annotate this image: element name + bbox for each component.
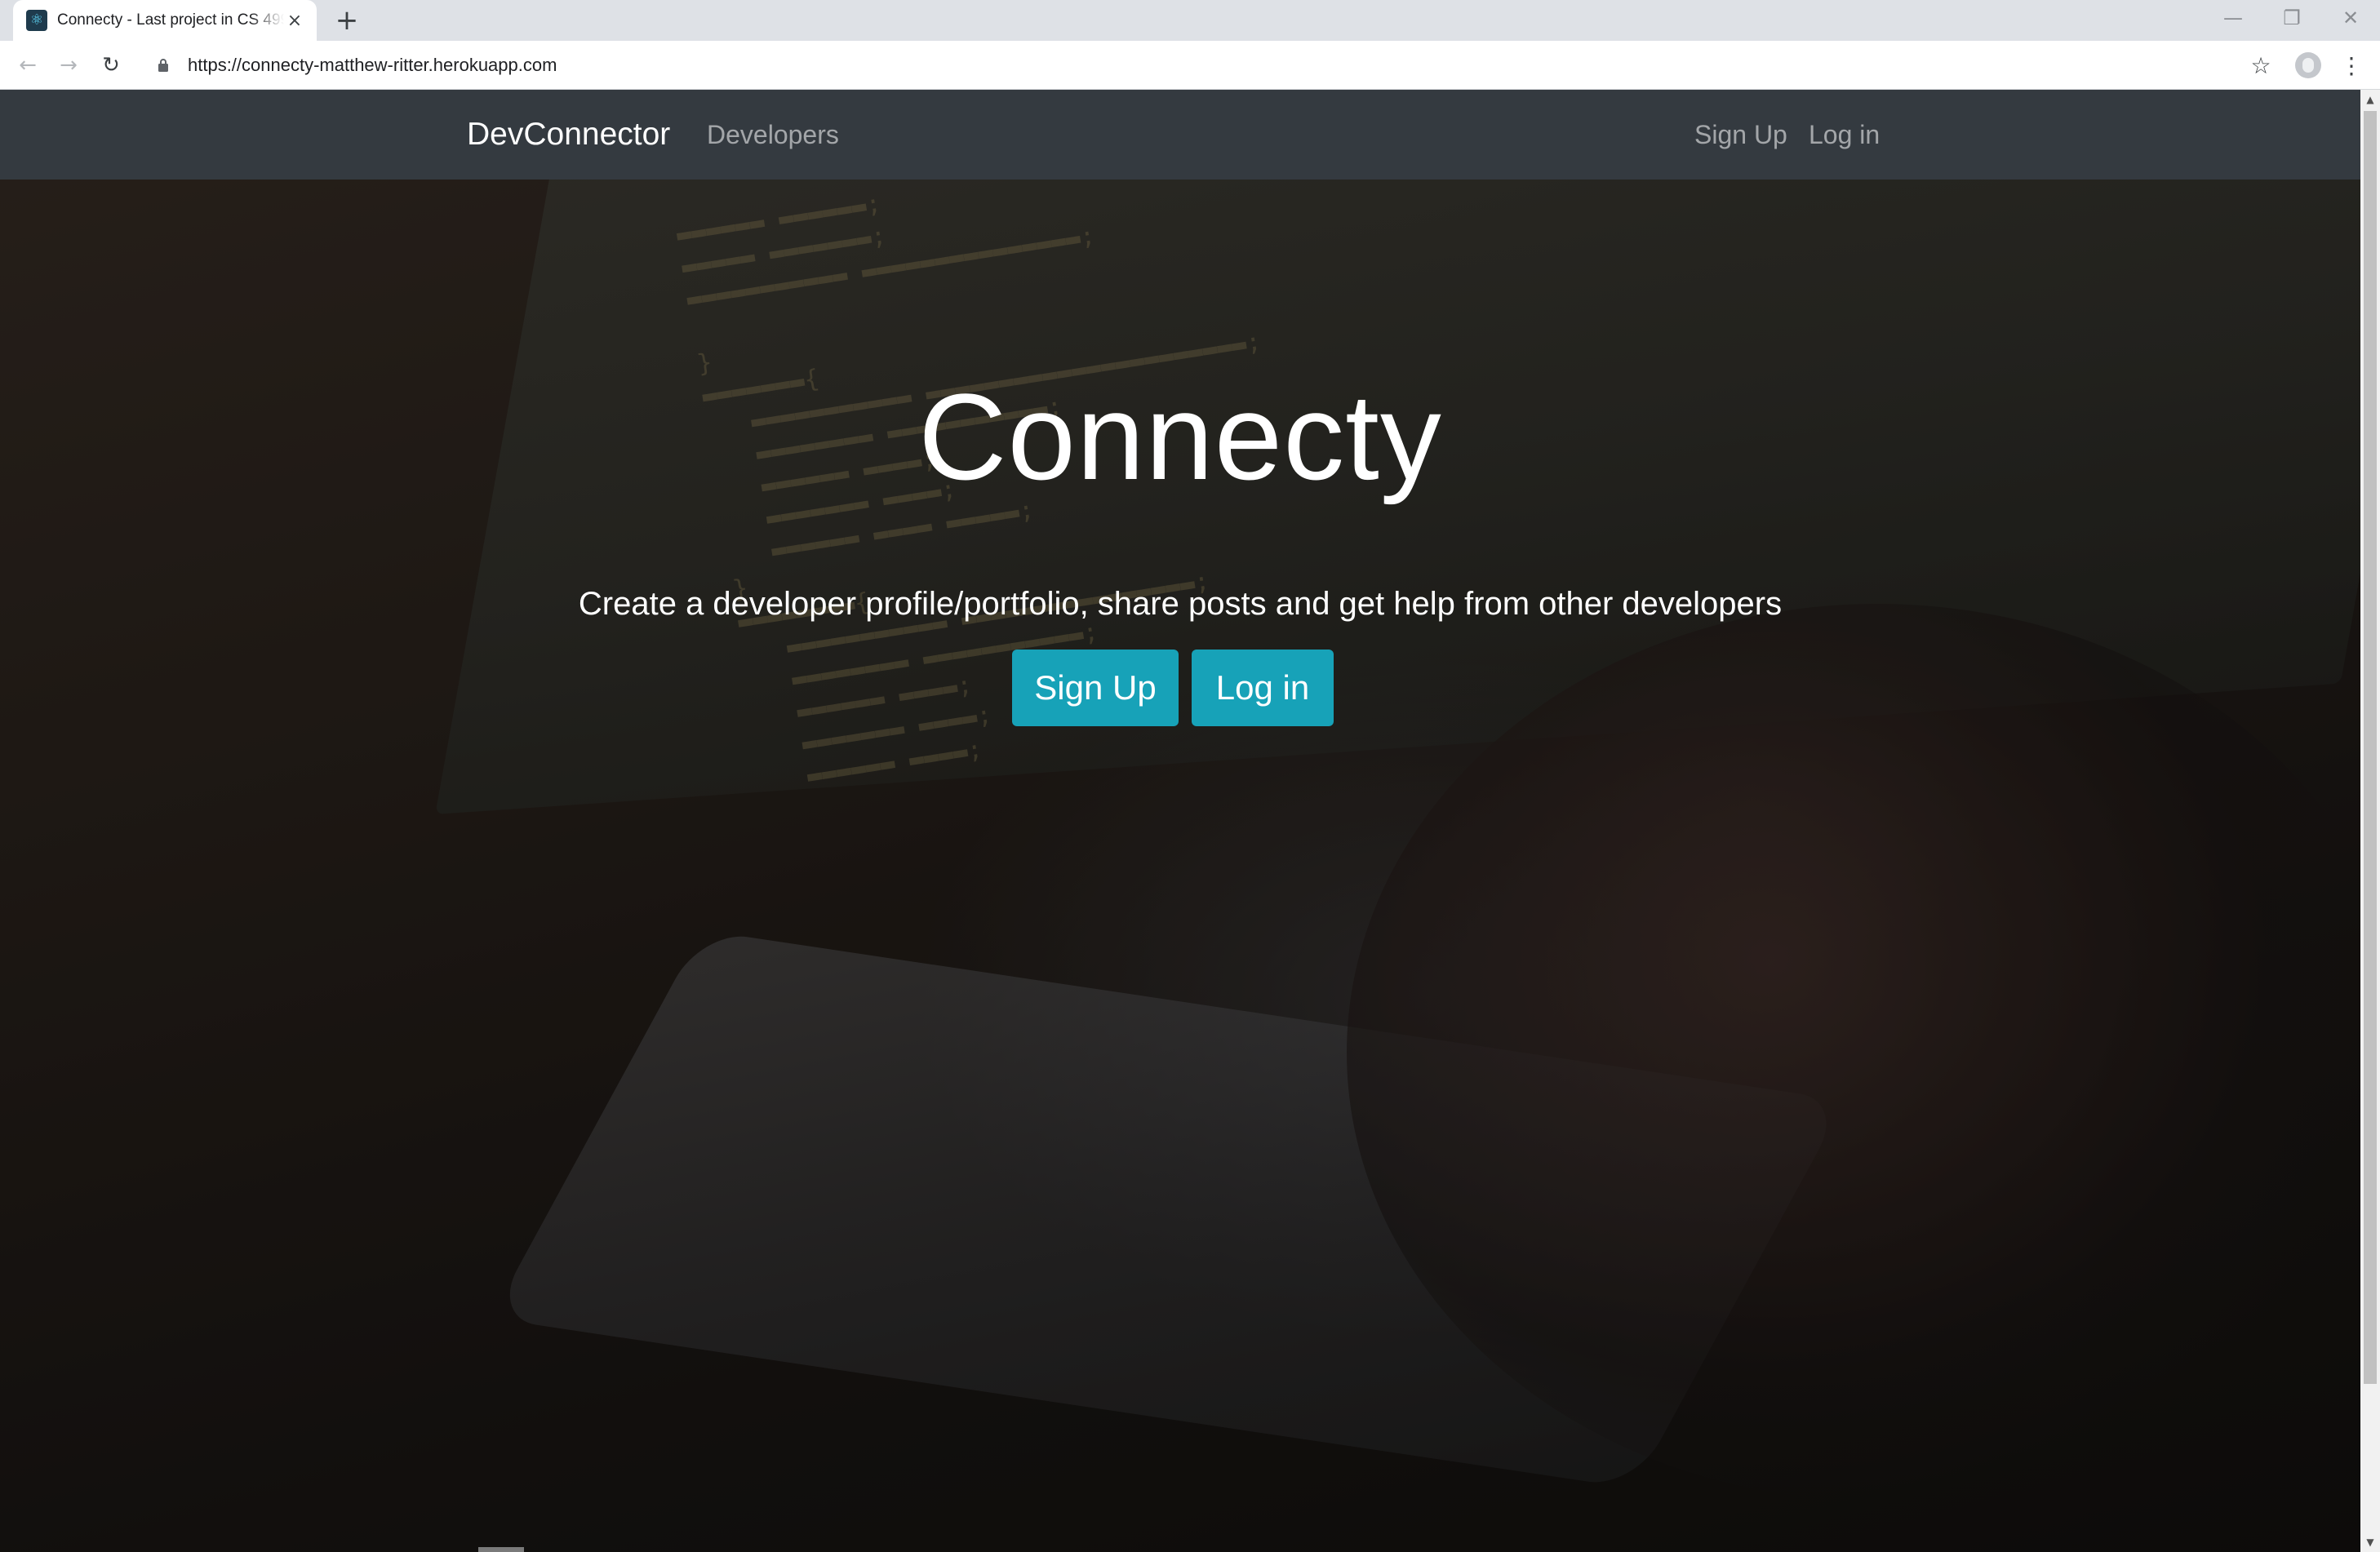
nav-signup-link[interactable]: Sign Up (1694, 90, 1787, 180)
hero-title: Connecty (918, 368, 1442, 505)
hero-lead: Create a developer profile/portfolio, sh… (578, 586, 1783, 622)
restore-icon[interactable]: ❐ (2262, 0, 2321, 36)
brand-link[interactable]: DevConnector (467, 90, 670, 180)
star-icon[interactable]: ☆ (2245, 49, 2277, 82)
address-bar[interactable]: https://connecty-matthew-ritter.herokuap… (139, 46, 2261, 85)
react-atom-icon: ⚛ (26, 10, 47, 31)
horizontal-scrollbar-thumb[interactable] (478, 1547, 524, 1552)
new-tab-button[interactable]: + (328, 4, 366, 37)
browser-toolbar: ← → ↻ https://connecty-matthew-ritter.he… (0, 41, 2380, 90)
vertical-scrollbar[interactable]: ▲ ▼ (2360, 90, 2380, 1552)
page-viewport: DevConnector Developers Sign Up Log in ▬… (0, 90, 2380, 1552)
nav-developers-link[interactable]: Developers (707, 90, 839, 180)
hero-login-button[interactable]: Log in (1192, 650, 1334, 726)
tab-title: Connecty - Last project in CS 499 (57, 11, 284, 29)
site-navbar: DevConnector Developers Sign Up Log in (0, 90, 2360, 180)
kebab-menu-icon[interactable]: ⋮ (2339, 49, 2364, 82)
reload-icon[interactable]: ↻ (95, 49, 127, 82)
lock-icon (153, 55, 173, 75)
landing-hero: ▬▬▬▬▬▬ ▬▬▬▬▬▬; ▬▬▬▬▬ ▬▬▬▬▬▬▬; ▬▬▬▬▬▬▬▬▬▬… (0, 180, 2360, 1552)
scroll-up-arrow-icon[interactable]: ▲ (2360, 90, 2380, 109)
browser-tab[interactable]: ⚛ Connecty - Last project in CS 499 × (13, 0, 317, 41)
url-text: https://connecty-matthew-ritter.herokuap… (188, 55, 557, 75)
arrow-right-icon[interactable]: → (52, 49, 85, 82)
arrow-left-icon[interactable]: ← (11, 49, 44, 82)
hero-signup-button[interactable]: Sign Up (1012, 650, 1179, 726)
profile-icon[interactable] (2295, 52, 2321, 78)
browser-tabstrip: ⚛ Connecty - Last project in CS 499 × + … (0, 0, 2380, 41)
window-close-icon[interactable]: ✕ (2321, 0, 2380, 36)
close-icon[interactable]: × (284, 10, 305, 31)
scrollbar-thumb[interactable] (2364, 111, 2377, 1384)
minimize-icon[interactable]: — (2204, 0, 2262, 36)
nav-login-link[interactable]: Log in (1809, 90, 1880, 180)
scroll-down-arrow-icon[interactable]: ▼ (2360, 1532, 2380, 1552)
